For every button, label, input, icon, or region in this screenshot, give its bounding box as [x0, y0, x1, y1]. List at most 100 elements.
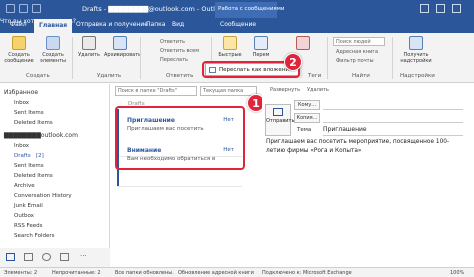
pop-out-button[interactable]: Развернуть — [270, 87, 300, 93]
maximize-icon[interactable] — [436, 4, 445, 13]
account-header[interactable]: ▇▇▇▇▇▇▇▇outlook.com — [4, 132, 78, 139]
close-icon[interactable] — [452, 4, 461, 13]
quick-steps-label: Быстрые — [218, 52, 242, 58]
store-icon — [409, 36, 423, 50]
tasks-icon[interactable] — [60, 253, 69, 261]
status-connection: Подключено к: Microsoft Exchange — [262, 270, 352, 276]
new-email-icon — [12, 36, 26, 50]
status-folders: Все папки обновлены. — [115, 270, 174, 276]
new-items-icon — [46, 36, 60, 50]
status-address-book: Обновление адресной книги — [178, 270, 254, 276]
reply-all-button[interactable]: Ответить всем — [160, 48, 199, 54]
send-receive-icon[interactable] — [19, 4, 28, 13]
tab-folder[interactable]: Папка — [146, 21, 165, 28]
send-icon — [273, 108, 283, 116]
to-button[interactable]: Кому... — [294, 100, 320, 110]
folder-item[interactable]: Junk Email — [14, 203, 43, 209]
group-separator — [140, 37, 141, 79]
message-body[interactable]: Приглашаем вас посетить мероприятие, пос… — [266, 138, 466, 156]
move-icon — [254, 36, 268, 50]
get-addins-button[interactable]: Получить надстройки — [396, 36, 436, 64]
flag-icon — [296, 36, 310, 50]
forward-button[interactable]: Переслать — [160, 57, 188, 63]
archive-icon — [113, 36, 127, 50]
tab-home[interactable]: Главная — [34, 19, 73, 33]
folder-item-drafts[interactable]: Drafts — [14, 153, 31, 159]
folder-item[interactable]: Sent Items — [14, 163, 44, 169]
more-icon[interactable]: ··· — [80, 252, 87, 260]
context-tab-label: Работа с сообщениями — [215, 2, 284, 18]
undo-icon[interactable] — [32, 4, 41, 13]
tags-button[interactable] — [290, 36, 316, 52]
ribbon-tabs: Файл Главная Отправка и получение Папка … — [0, 18, 474, 33]
zoom-level[interactable]: 100% — [450, 270, 464, 276]
folder-item[interactable]: Conversation History — [14, 193, 72, 199]
group-find-label: Найти — [352, 73, 370, 79]
folder-item[interactable]: Outbox — [14, 213, 34, 219]
mail-icon[interactable] — [6, 253, 15, 261]
new-email-button[interactable]: Создать сообщение — [4, 36, 34, 64]
archive-label: Архивировать — [104, 52, 142, 58]
group-separator — [392, 37, 393, 79]
reading-toolbar: Развернуть Удалить — [262, 86, 474, 96]
group-respond-label: Ответить — [166, 73, 194, 79]
tab-message[interactable]: Сообщение — [220, 21, 256, 28]
folder-item[interactable]: RSS Feeds — [14, 223, 43, 229]
delete-button[interactable]: Удалить — [76, 36, 102, 58]
folder-item[interactable]: Archive — [14, 183, 35, 189]
delete-icon — [82, 36, 96, 50]
calendar-icon[interactable] — [24, 253, 33, 261]
group-new-label: Создать — [26, 73, 50, 79]
new-email-label: Создать сообщение — [4, 52, 34, 64]
cc-field[interactable] — [323, 113, 463, 123]
drafts-count: [2] — [36, 153, 44, 159]
tab-file[interactable]: Файл — [10, 21, 27, 28]
archive-button[interactable]: Архивировать — [104, 36, 141, 58]
window-title: Drafts - ▇▇▇▇▇▇▇▇@outlook.com - Outlook — [82, 5, 227, 13]
folder-pane: Избранное Inbox Sent Items Deleted Items… — [0, 84, 110, 267]
fav-item[interactable]: Sent Items — [14, 110, 44, 116]
new-items-label: Создать элементы — [40, 52, 66, 64]
tab-send-receive[interactable]: Отправка и получение — [76, 21, 148, 28]
favorites-header[interactable]: Избранное — [4, 89, 38, 96]
address-book-button[interactable]: Адресная книга — [336, 49, 378, 55]
title-bar: Drafts - ▇▇▇▇▇▇▇▇@outlook.com - Outlook … — [0, 0, 474, 18]
send-button[interactable]: Отправить — [265, 104, 295, 136]
quick-access-toolbar — [6, 4, 41, 13]
to-field[interactable] — [323, 100, 463, 110]
move-button[interactable]: Перем — [248, 36, 274, 58]
status-unread: Непрочитанные: 2 — [52, 270, 101, 276]
subject-field[interactable]: Приглашение — [323, 126, 367, 133]
search-input[interactable]: Поиск в папке "Drafts" — [115, 86, 197, 96]
filter-mail-button[interactable]: Фильтр почты — [336, 58, 374, 64]
folder-item[interactable]: Search Folders — [14, 233, 55, 239]
callout-2: 2 — [284, 53, 302, 71]
fav-item[interactable]: Inbox — [14, 100, 29, 106]
new-items-button[interactable]: Создать элементы — [38, 36, 68, 64]
lightning-icon — [223, 36, 237, 50]
search-people-input[interactable]: Поиск людей — [333, 37, 385, 46]
status-items: Элементы: 2 — [4, 270, 38, 276]
reply-button[interactable]: Ответить — [160, 39, 185, 45]
folder-item[interactable]: Deleted Items — [14, 173, 53, 179]
tab-view[interactable]: Вид — [172, 21, 184, 28]
fav-item[interactable]: Deleted Items — [14, 120, 53, 126]
get-addins-label: Получить надстройки — [400, 52, 432, 64]
search-scope-dropdown[interactable]: Текущая папка — [200, 86, 257, 96]
divider — [323, 135, 463, 136]
outlook-icon — [6, 4, 15, 13]
cc-button[interactable]: Копия... — [294, 113, 320, 123]
group-tags-label: Теги — [308, 73, 322, 79]
move-label: Перем — [252, 52, 270, 58]
minimize-icon[interactable] — [420, 4, 429, 13]
send-label: Отправить — [266, 118, 295, 124]
group-delete-label: Удалить — [97, 73, 122, 79]
quick-steps-button[interactable]: Быстрые — [216, 36, 244, 58]
module-switcher: ··· — [0, 248, 110, 267]
people-icon[interactable] — [42, 253, 51, 261]
folder-item[interactable]: Inbox — [14, 143, 29, 149]
highlight-messages — [115, 106, 245, 170]
group-addins-label: Надстройки — [400, 73, 435, 79]
discard-button[interactable]: Удалить — [307, 87, 329, 93]
delete-label: Удалить — [78, 52, 100, 58]
